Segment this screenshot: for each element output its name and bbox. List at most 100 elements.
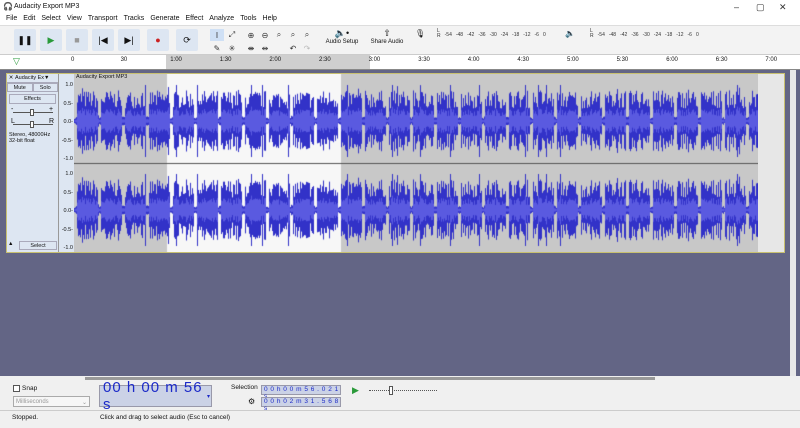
zoom-toggle-button[interactable]: ⌕ [300,29,314,41]
meter-tick: -30 [642,32,650,38]
track-area[interactable]: ✕ Audacity Ex▼ Mute Solo Effects - + L R … [0,70,800,376]
zoom-in-icon: ⊕ [247,30,255,40]
menu-help[interactable]: Help [263,14,277,22]
menu-transport[interactable]: Transport [88,14,118,22]
effects-button[interactable]: Effects [9,94,56,104]
ruler-tick: 2:00 [269,57,282,63]
selection-mode-icon[interactable]: ⚙ [248,397,255,406]
menu-effect[interactable]: Effect [186,14,204,22]
clip-name[interactable]: Audacity Export MP3 [74,74,758,82]
menu-tracks[interactable]: Tracks [124,14,145,22]
scale-label: 0.0- [63,208,73,214]
playback-speed-slider[interactable] [367,385,439,397]
ruler-tick: 4:00 [467,57,480,63]
menu-view[interactable]: View [67,14,82,22]
ruler-tick: 7:00 [765,57,778,63]
fit-selection-button[interactable]: ⌕ [272,29,286,41]
pan-slider[interactable]: L R [7,118,58,130]
menu-analyze[interactable]: Analyze [209,14,234,22]
collapse-icon[interactable]: ▲ [8,241,13,247]
share-audio-label: Share Audio [370,39,404,45]
select-track-button[interactable]: Select [19,241,57,250]
loop-icon: ⟳ [183,34,191,45]
gain-slider-thumb[interactable] [30,109,34,116]
snap-checkbox[interactable] [13,385,20,392]
skip-end-icon: ▶| [124,34,134,45]
track-control-panel: ✕ Audacity Ex▼ Mute Solo Effects - + L R … [7,74,59,252]
meter-tick: -24 [500,32,509,38]
meter-tick: -54 [597,32,605,38]
waveform[interactable] [74,74,758,252]
zoom-out-button[interactable]: ⊖ [258,29,272,41]
scale-label: 0.5- [63,189,73,196]
record-button[interactable]: ● [147,29,169,51]
ruler-tick: 3:00 [368,57,381,63]
close-button[interactable]: ✕ [779,2,787,13]
play-at-speed-button[interactable]: ▶ [352,385,359,396]
minimize-button[interactable]: – [734,2,739,12]
menu-bar: File Edit Select View Transport Tracks Generat… [0,14,800,25]
snap-unit-select[interactable]: Milliseconds ⌄ [13,396,90,407]
play-head-icon[interactable]: ▽ [13,56,20,67]
selection-end-field[interactable]: 0 0 h 0 2 m 3 1 . 5 6 8 s [261,397,341,412]
envelope-icon: ⤢ [228,30,236,39]
solo-button[interactable]: Solo [32,83,58,92]
silence-button[interactable]: ⇹ [258,42,272,54]
track-name-menu[interactable]: Audacity Ex▼ [15,75,50,81]
multi-tool[interactable]: ✳ [225,42,239,54]
trim-button[interactable]: ⇼ [244,42,258,54]
vertical-scrollbar[interactable] [790,70,796,376]
maximize-button[interactable]: ▢ [756,2,765,13]
pause-button[interactable]: ❚❚ [14,29,36,51]
ruler-tick: 1:30 [219,57,232,63]
mute-button[interactable]: Mute [7,83,33,92]
ruler-tick: 5:30 [616,57,629,63]
stop-button[interactable]: ■ [66,29,88,51]
track-bit-depth: 32-bit float [9,138,35,144]
speed-slider-thumb[interactable] [389,386,393,395]
title-bar: 🎧 Audacity Export MP3 – ▢ ✕ [0,0,800,15]
record-meter[interactable]: L R -54 -48 -42 -36 -30 -24 -18 -12 -6 0 [437,29,546,39]
menu-select[interactable]: Select [41,14,60,22]
menu-tools[interactable]: Tools [240,14,256,22]
playback-meter[interactable]: L R -54 -48 -42 -36 -30 -24 -18 -12 -6 0 [590,29,699,39]
envelope-tool[interactable]: ⤢ [225,29,239,41]
menu-file[interactable]: File [6,14,17,22]
microphone-icon: 🎙 [415,29,426,38]
lr-label: LR [590,28,594,39]
fit-project-button[interactable]: ⌕ [286,29,300,41]
i-beam-icon: I [215,30,219,40]
gain-slider[interactable]: - + [7,106,58,118]
menu-edit[interactable]: Edit [23,14,35,22]
selection-start-field[interactable]: 0 0 h 0 0 m 5 6 . 0 2 1 s [261,385,341,400]
undo-button[interactable]: ↶ [286,42,300,54]
window-title: Audacity Export MP3 [14,3,80,10]
menu-generate[interactable]: Generate [150,14,179,22]
zoom-in-button[interactable]: ⊕ [244,29,258,41]
selection-tool[interactable]: I [210,29,224,41]
scale-label: 0.5- [63,100,73,107]
zoom-out-icon: ⊖ [261,30,269,40]
redo-button[interactable]: ↷ [300,42,314,54]
audio-clip[interactable]: Audacity Export MP3 [74,74,758,252]
record-icon: ● [155,35,161,45]
skip-start-button[interactable]: |◀ [92,29,114,51]
meter-tick: -48 [455,32,464,38]
play-button[interactable]: ▶ [40,29,62,51]
close-track-icon[interactable]: ✕ [7,75,15,81]
snap-label: Snap [22,385,38,392]
amplitude-scale: 1.0 0.5- 0.0- -0.5- -1.0 1.0 0.5- 0.0- -0.5- -1.0 [59,74,74,252]
trim-icon: ⇼ [247,43,255,53]
meter-tick: -42 [467,32,475,38]
audio-track[interactable]: ✕ Audacity Ex▼ Mute Solo Effects - + L R … [6,73,785,253]
share-audio-button[interactable]: ⇧ Share Audio [367,28,407,54]
meter-tick: -18 [665,32,673,38]
audio-setup-button[interactable]: 🔈• Audio Setup [322,28,362,54]
pan-slider-thumb[interactable] [30,121,34,128]
skip-end-button[interactable]: ▶| [118,29,140,51]
time-display[interactable]: 00 h 00 m 56 s ▾ [99,379,212,413]
timeline-ruler[interactable]: ▽ 0 30 1:00 1:30 2:00 2:30 3:00 3:30 4:00 4:30 5:0… [0,55,800,70]
loop-button[interactable]: ⟳ [176,29,198,51]
pencil-icon: ✎ [213,43,221,53]
draw-tool[interactable]: ✎ [210,42,224,54]
